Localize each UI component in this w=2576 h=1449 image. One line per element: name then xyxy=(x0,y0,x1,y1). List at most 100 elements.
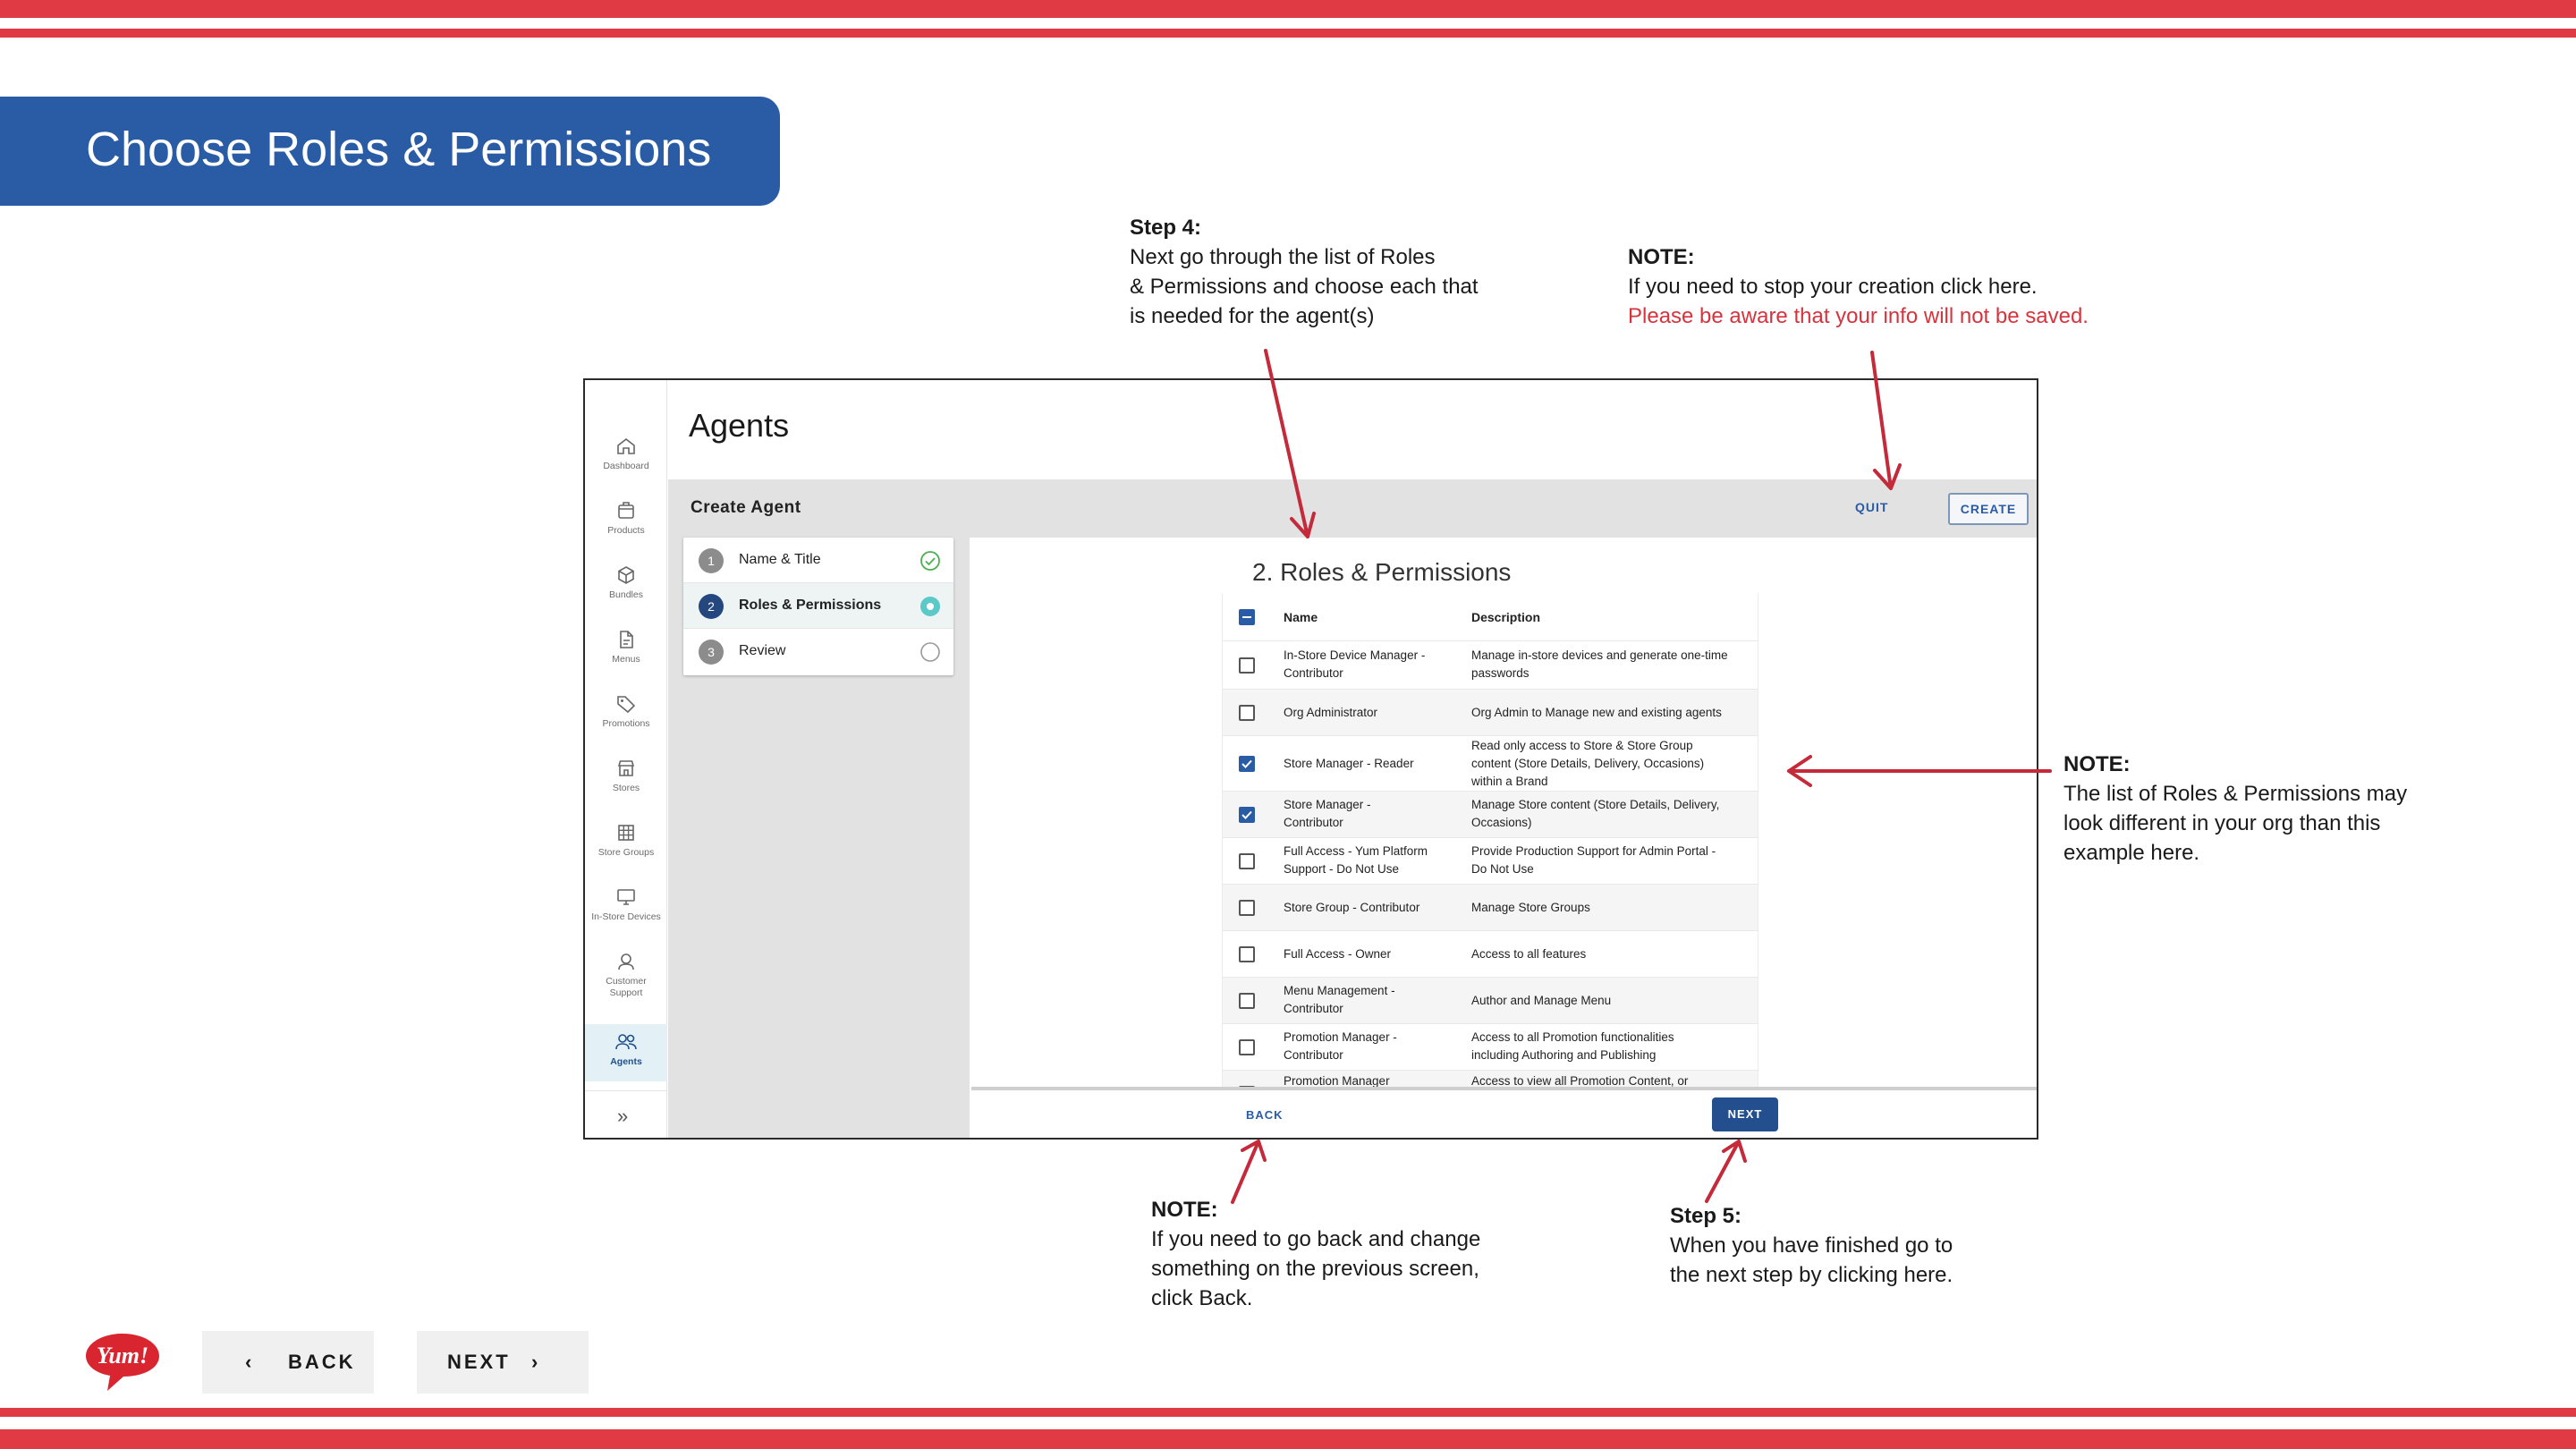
role-description: Manage in-store devices and generate one… xyxy=(1471,648,1728,662)
row-checkbox[interactable] xyxy=(1239,705,1255,721)
table-row[interactable]: Store Manager - Contributor Manage Store … xyxy=(1223,792,1758,838)
note-back-heading: NOTE: xyxy=(1151,1198,1218,1222)
role-description: Access to all Promotion functionalities xyxy=(1471,1030,1674,1044)
sidebar-item-products[interactable]: Products xyxy=(585,500,667,537)
storefront-icon xyxy=(617,760,635,776)
table-row[interactable]: Store Manager - Reader Read only access … xyxy=(1223,736,1758,792)
step4-heading: Step 4: xyxy=(1130,216,1202,240)
row-checkbox[interactable] xyxy=(1239,993,1255,1009)
note-quit-heading: NOTE: xyxy=(1628,245,1695,269)
current-step-icon xyxy=(920,597,940,616)
note-quit-annotation: NOTE: If you need to stop your creation … xyxy=(1628,242,2089,331)
step4-line1: Next go through the list of Roles xyxy=(1130,245,1436,269)
sidebar-item-label: Customer xyxy=(606,976,647,987)
table-row[interactable]: Store Group - Contributor Manage Store G… xyxy=(1223,885,1758,931)
note-list-heading: NOTE: xyxy=(2063,752,2131,776)
sidebar-item-label: Products xyxy=(607,525,645,536)
select-all-checkbox[interactable] xyxy=(1239,609,1255,625)
role-name-2: Support - Do Not Use xyxy=(1284,862,1400,876)
table-row[interactable]: Menu Management - Contributor Author and … xyxy=(1223,978,1758,1024)
table-row[interactable]: Full Access - Owner Access to all featur… xyxy=(1223,931,1758,978)
wizard-back-button[interactable]: BACK xyxy=(1246,1108,1284,1122)
step4-line2: & Permissions and choose each that xyxy=(1130,275,1479,299)
box-icon xyxy=(618,502,634,519)
row-checkbox[interactable] xyxy=(1239,807,1255,823)
sidebar-item-store-groups[interactable]: Store Groups xyxy=(585,822,667,859)
sidebar-item-label: Dashboard xyxy=(603,461,649,471)
role-name: Menu Management - xyxy=(1284,984,1395,997)
yum-logo: Yum! xyxy=(86,1334,159,1391)
step5-line1: When you have finished go to xyxy=(1670,1233,1953,1258)
note-back-line2: something on the previous screen, xyxy=(1151,1257,1479,1281)
note-list-line2: look different in your org than this xyxy=(2063,811,2381,835)
create-agent-heading: Create Agent xyxy=(691,498,801,517)
role-name-2: Contributor xyxy=(1284,816,1343,829)
step-number: 2 xyxy=(699,594,724,619)
quit-button[interactable]: QUIT xyxy=(1855,500,1888,514)
row-checkbox[interactable] xyxy=(1239,853,1255,869)
row-checkbox[interactable] xyxy=(1239,756,1255,772)
note-list-line1: The list of Roles & Permissions may xyxy=(2063,782,2408,806)
role-description: Org Admin to Manage new and existing age… xyxy=(1471,706,1722,719)
row-checkbox[interactable] xyxy=(1239,1039,1255,1055)
row-checkbox[interactable] xyxy=(1239,900,1255,916)
note-quit-warning: Please be aware that your info will not … xyxy=(1628,304,2089,328)
sidebar-item-customer-support[interactable]: Customer Support xyxy=(585,951,667,999)
note-list-line3: example here. xyxy=(2063,841,2200,865)
app-screenshot: Dashboard Products Bundles Menus Promoti… xyxy=(583,378,2038,1140)
slide-back-button[interactable]: ‹ BACK xyxy=(202,1331,374,1394)
row-checkbox[interactable] xyxy=(1239,657,1255,674)
back-arrow xyxy=(1231,1140,1267,1204)
role-description-2: Do Not Use xyxy=(1471,862,1534,876)
slide-next-button[interactable]: NEXT › xyxy=(417,1331,589,1394)
role-description-2: Occasions) xyxy=(1471,816,1532,829)
next-arrow xyxy=(1705,1140,1747,1203)
sidebar-item-label: Agents xyxy=(610,1056,642,1067)
table-row[interactable]: Full Access - Yum Platform Support - Do N… xyxy=(1223,838,1758,885)
table-row[interactable]: Promotion Manager - Contributor Access to… xyxy=(1223,1024,1758,1071)
sidebar-item-label: Menus xyxy=(612,654,640,665)
sidebar-item-dashboard[interactable]: Dashboard xyxy=(585,436,667,472)
role-description: Manage Store Groups xyxy=(1471,901,1590,914)
sidebar-item-label: Bundles xyxy=(609,589,643,600)
sidebar-item-bundles[interactable]: Bundles xyxy=(585,564,667,601)
role-name: Full Access - Yum Platform xyxy=(1284,844,1428,858)
step-review[interactable]: 3 Review xyxy=(683,629,953,674)
sidebar-item-promotions[interactable]: Promotions xyxy=(585,693,667,730)
column-header-description: Description xyxy=(1471,610,1541,624)
row-checkbox[interactable] xyxy=(1239,946,1255,962)
sidebar-item-agents[interactable]: Agents xyxy=(585,1024,667,1081)
bottom-stripe-2 xyxy=(0,1429,2576,1449)
note-back-line3: click Back. xyxy=(1151,1286,1253,1310)
rail-divider xyxy=(585,1090,667,1091)
role-description: Author and Manage Menu xyxy=(1471,994,1612,1007)
table-row[interactable]: Org Administrator Org Admin to Manage ne… xyxy=(1223,690,1758,736)
step5-line2: the next step by clicking here. xyxy=(1670,1263,1953,1287)
sidebar-item-label: In-Store Devices xyxy=(591,911,661,922)
sidebar-item-menus[interactable]: Menus xyxy=(585,629,667,665)
step-name-title[interactable]: 1 Name & Title xyxy=(683,538,953,583)
chevron-left-icon: ‹ xyxy=(245,1351,252,1373)
slide-title: Choose Roles & Permissions xyxy=(86,123,712,176)
bottom-stripe-1 xyxy=(0,1408,2576,1417)
sidebar-rail: Dashboard Products Bundles Menus Promoti… xyxy=(585,380,667,1138)
headset-icon xyxy=(618,953,634,970)
step-label: Name & Title xyxy=(739,552,821,567)
expand-sidebar-icon[interactable]: » xyxy=(617,1105,628,1128)
checkmark-icon xyxy=(1241,759,1252,768)
table-row[interactable]: In-Store Device Manager - Contributor Man… xyxy=(1223,641,1758,690)
create-button[interactable]: CREATE xyxy=(1948,493,2029,525)
role-description: Read only access to Store & Store Group xyxy=(1471,739,1693,752)
sidebar-item-label: Stores xyxy=(612,783,640,793)
role-name: In-Store Device Manager - xyxy=(1284,648,1426,662)
wizard-next-button[interactable]: NEXT xyxy=(1712,1097,1778,1131)
note-list-annotation: NOTE: The list of Roles & Permissions ma… xyxy=(2063,750,2407,868)
role-name: Promotion Manager - xyxy=(1284,1030,1397,1044)
monitor-icon xyxy=(617,889,635,905)
sidebar-item-stores[interactable]: Stores xyxy=(585,758,667,794)
document-icon xyxy=(620,631,633,648)
step-number: 1 xyxy=(699,548,724,573)
sidebar-item-in-store-devices[interactable]: In-Store Devices xyxy=(585,886,667,923)
step4-line3: is needed for the agent(s) xyxy=(1130,304,1375,328)
step-roles-permissions[interactable]: 2 Roles & Permissions xyxy=(683,583,953,629)
